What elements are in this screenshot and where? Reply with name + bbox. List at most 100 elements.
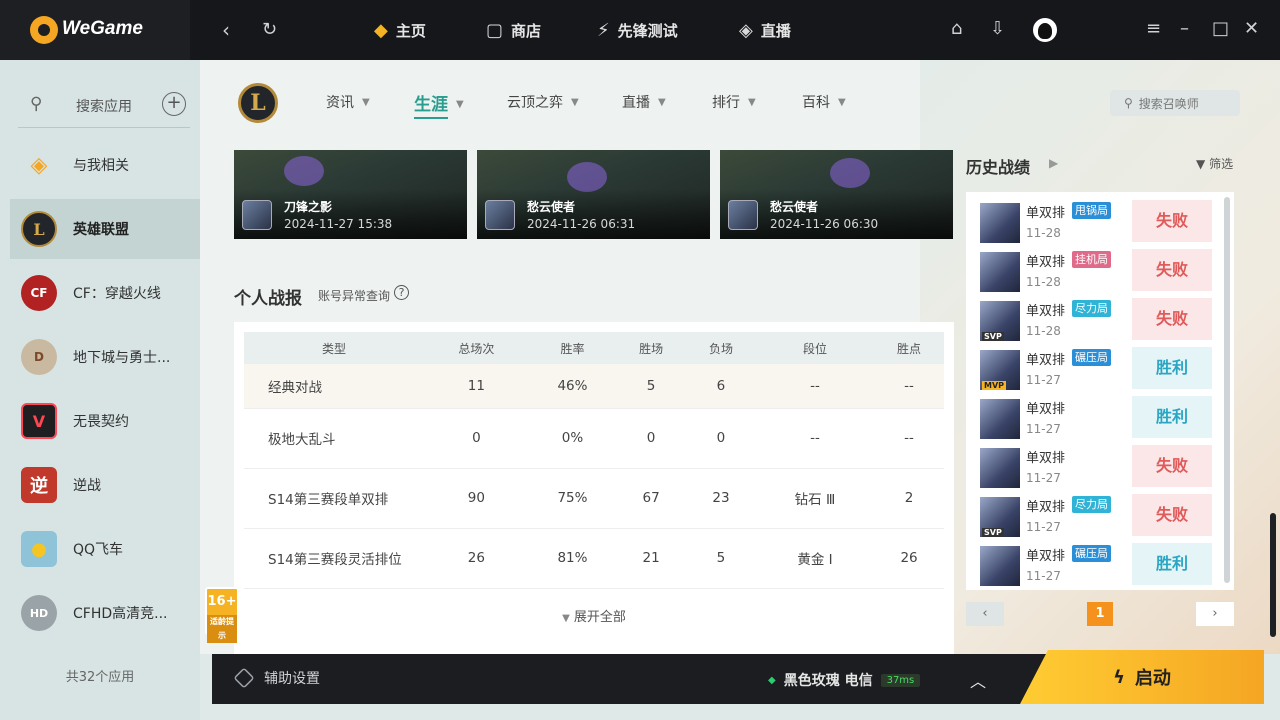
sidebar-item-lol[interactable]: L 英雄联盟 [10, 199, 200, 259]
sidebar-item-nizhan[interactable]: 逆 逆战 [10, 455, 200, 515]
table-cell: 经典对战 [244, 364, 424, 409]
launch-button[interactable]: ϟ 启动 [1020, 650, 1264, 704]
sidebar-item-qqspeed[interactable]: ● QQ飞车 [10, 519, 200, 579]
sidebar-item-label: 与我相关 [73, 158, 129, 174]
table-cell: -- [755, 408, 875, 469]
bottom-bar: 辅助设置 ◆ 黑色玫瑰 电信 37ms ︿ ϟ 启动 [212, 650, 1264, 704]
match-row[interactable]: 单双排 挂机局 11-28 失败 [980, 249, 1212, 295]
sidebar-item-label: QQ飞车 [73, 542, 124, 558]
column-header: 段位 [755, 332, 875, 364]
next-page-button[interactable]: › [1196, 602, 1234, 626]
clip-effect [284, 156, 324, 186]
subnav-live[interactable]: 直播 ▼ [622, 92, 666, 112]
topnav-store[interactable]: ▢ 商店 [486, 0, 541, 60]
table-cell: 2 [874, 468, 944, 529]
column-header: 胜率 [528, 332, 617, 364]
champion-avatar [728, 200, 758, 230]
subnav-wiki[interactable]: 百科 ▼ [802, 92, 846, 112]
age-rating-note: 适龄提示 [207, 615, 237, 643]
champion-avatar [980, 301, 1020, 341]
chevron-up-icon[interactable]: ︿ [970, 668, 986, 692]
chevron-down-icon: ▼ [838, 96, 846, 108]
current-page[interactable]: 1 [1087, 602, 1113, 626]
sidebar-item-valorant[interactable]: V 无畏契约 [10, 391, 200, 451]
topnav-live[interactable]: ◈ 直播 [739, 0, 791, 60]
table-row[interactable]: 极地大乱斗 0 0% 0 0 -- -- [244, 408, 944, 469]
table-row[interactable]: S14第三赛段灵活排位 26 81% 21 5 黄金 Ⅰ 26 [244, 528, 944, 589]
topnav-pioneer-test[interactable]: ⚡ 先锋测试 [597, 0, 678, 60]
champion-avatar [980, 448, 1020, 488]
subnav-ranking[interactable]: 排行 ▼ [712, 92, 756, 112]
expand-all-button[interactable]: ▼ 展开全部 [234, 606, 954, 625]
server-selector[interactable]: ◆ 黑色玫瑰 电信 37ms [768, 670, 921, 690]
history-scrollbar[interactable] [1224, 197, 1230, 583]
table-cell: 75% [528, 468, 617, 529]
sidebar-item-cf[interactable]: CF CF：穿越火线 [10, 263, 200, 323]
filter-button[interactable]: ▼ 筛选 [1196, 155, 1233, 172]
match-row[interactable]: 单双排 11-27 失败 [980, 445, 1212, 491]
sidebar-item-dnf[interactable]: D 地下城与勇士... [10, 327, 200, 387]
match-row[interactable]: 单双排 11-27 胜利 [980, 396, 1212, 442]
age-rating-badge: 16+ 适龄提示 [205, 587, 239, 643]
app-search[interactable]: ⚲ 搜索应用 + [18, 88, 190, 128]
store-icon: ▢ [486, 19, 504, 41]
subnav-tft[interactable]: 云顶之弈 ▼ [507, 92, 579, 112]
server-name: 黑色玫瑰 电信 [783, 673, 873, 689]
chevron-right-icon[interactable]: ▶ [1049, 156, 1058, 170]
back-icon[interactable]: ‹ [222, 18, 230, 42]
match-result: 失败 [1132, 445, 1212, 487]
subnav-career[interactable]: 生涯 ▼ [414, 90, 464, 119]
table-cell: S14第三赛段灵活排位 [244, 528, 424, 589]
sidebar-item-label: 地下城与勇士... [73, 350, 171, 366]
report-title: 个人战报 [234, 289, 302, 309]
refresh-icon[interactable]: ↻ [262, 18, 277, 42]
match-date: 11-27 [1026, 471, 1061, 485]
table-cell: 81% [528, 528, 617, 589]
maximize-icon[interactable]: □ [1212, 18, 1229, 39]
table-row[interactable]: S14第三赛段单双排 90 75% 67 23 钻石 Ⅲ 2 [244, 468, 944, 529]
summoner-search-input[interactable]: ⚲ 搜索召唤师 [1110, 90, 1240, 116]
match-row[interactable]: 单双排 碾压局 11-27 胜利 [980, 347, 1212, 393]
match-row[interactable]: 单双排 尽力局 11-28 失败 [980, 298, 1212, 344]
inbox-icon[interactable]: ⌂ [951, 18, 962, 39]
menu-icon[interactable]: ≡ [1146, 18, 1161, 39]
help-icon[interactable]: ? [394, 285, 409, 300]
sidebar-item-related[interactable]: ◈ 与我相关 [10, 135, 200, 195]
lightning-icon: ϟ [1113, 666, 1125, 688]
main-scrollbar[interactable] [1270, 513, 1276, 637]
highlight-clip[interactable]: 愁云使者 2024-11-26 06:31 [477, 150, 710, 239]
download-icon[interactable]: ⇩ [990, 18, 1005, 39]
match-history-list: 单双排 甩锅局 11-28 失败 单双排 挂机局 11-28 失败 单双排 尽力… [966, 192, 1234, 590]
match-mode: 单双排 [1026, 402, 1066, 417]
user-avatar[interactable] [1033, 18, 1057, 42]
column-header: 总场次 [424, 332, 529, 364]
chevron-down-icon: ▼ [456, 99, 464, 110]
match-row[interactable]: 单双排 碾压局 11-27 胜利 [980, 543, 1212, 589]
close-icon[interactable]: ✕ [1244, 18, 1259, 39]
table-cell: 6 [686, 364, 756, 409]
table-row[interactable]: 经典对战 11 46% 5 6 -- -- [244, 364, 944, 409]
account-anomaly-link[interactable]: 账号异常查询 [318, 287, 390, 304]
match-history-title[interactable]: 历史战绩 [966, 154, 1030, 178]
table-cell: 11 [424, 364, 529, 409]
match-row[interactable]: 单双排 尽力局 11-27 失败 [980, 494, 1212, 540]
table-cell: 黄金 Ⅰ [755, 528, 875, 589]
chevron-down-icon: ▼ [362, 96, 370, 108]
add-app-icon[interactable]: + [162, 92, 186, 116]
match-row[interactable]: 单双排 甩锅局 11-28 失败 [980, 200, 1212, 246]
match-date: 11-27 [1026, 373, 1061, 387]
topnav-label: 主页 [395, 21, 426, 40]
prev-page-button[interactable]: ‹ [966, 602, 1004, 626]
topnav-home[interactable]: ◆ 主页 [374, 0, 426, 60]
topnav-label: 先锋测试 [617, 21, 678, 40]
match-date: 11-27 [1026, 569, 1061, 583]
highlight-clip[interactable]: 刀锋之影 2024-11-27 15:38 [234, 150, 467, 239]
match-result: 胜利 [1132, 543, 1212, 585]
highlight-clip[interactable]: 愁云使者 2024-11-26 06:30 [720, 150, 953, 239]
minimize-icon[interactable]: – [1180, 18, 1189, 39]
sidebar-item-cfhd[interactable]: HD CFHD高清竞... [10, 583, 200, 643]
subnav-news[interactable]: 资讯 ▼ [326, 92, 370, 112]
assist-settings-button[interactable]: 辅助设置 [233, 667, 320, 689]
table-cell: 极地大乱斗 [244, 408, 424, 469]
table-cell: S14第三赛段单双排 [244, 468, 424, 529]
